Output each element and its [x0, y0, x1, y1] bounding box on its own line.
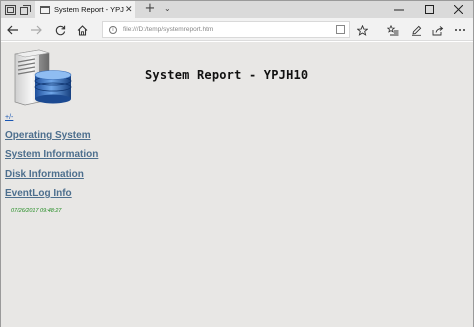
forward-arrow-icon[interactable] [28, 22, 44, 38]
favorites-hub-icon[interactable] [385, 22, 401, 38]
maximize-icon[interactable] [414, 1, 444, 18]
address-bar[interactable]: i file:///D:/temp/systemreport.htm [102, 21, 350, 38]
url-text: file:///D:/temp/systemreport.htm [123, 26, 214, 33]
tab-preview-icon[interactable] [4, 3, 17, 16]
web-note-pen-icon[interactable] [408, 22, 424, 38]
more-options-icon[interactable] [452, 22, 468, 38]
info-icon[interactable]: i [109, 25, 117, 34]
reading-view-icon[interactable] [336, 25, 345, 34]
server-database-icon [11, 48, 73, 108]
section-link-disk-information[interactable]: Disk Information [5, 169, 84, 180]
refresh-icon[interactable] [52, 22, 68, 38]
section-link-system-information[interactable]: System Information [5, 149, 98, 160]
home-icon[interactable] [74, 22, 90, 38]
navigation-bar: i file:///D:/temp/systemreport.htm [1, 18, 473, 41]
minimize-icon[interactable] [384, 1, 414, 18]
title-bar: System Report - YPJH1C ✕ + ⌄ [1, 1, 473, 18]
back-arrow-icon[interactable] [5, 22, 21, 38]
section-link-eventlog-info[interactable]: EventLog Info [5, 188, 72, 199]
report-timestamp: 07/26/2017 09:48:27 [11, 208, 62, 214]
page-icon [40, 5, 50, 14]
tab-list-icon[interactable] [19, 3, 32, 16]
section-link-operating-system[interactable]: Operating System [5, 130, 91, 141]
browser-window: System Report - YPJH1C ✕ + ⌄ i f [0, 0, 474, 327]
browser-tab[interactable]: System Report - YPJH1C ✕ [35, 1, 135, 18]
tab-title: System Report - YPJH1C [54, 5, 124, 14]
favorite-star-icon[interactable] [354, 22, 370, 38]
close-window-icon[interactable] [443, 1, 473, 18]
new-tab-icon[interactable]: + [143, 1, 157, 18]
share-icon[interactable] [430, 22, 446, 38]
chevron-down-icon[interactable]: ⌄ [164, 4, 171, 13]
close-tab-icon[interactable]: ✕ [125, 4, 133, 15]
expand-collapse-link[interactable]: +/- [5, 114, 13, 121]
page-content: System Report - YPJH10 +/- Operating Sys… [1, 42, 473, 327]
page-title: System Report - YPJH10 [145, 68, 309, 82]
